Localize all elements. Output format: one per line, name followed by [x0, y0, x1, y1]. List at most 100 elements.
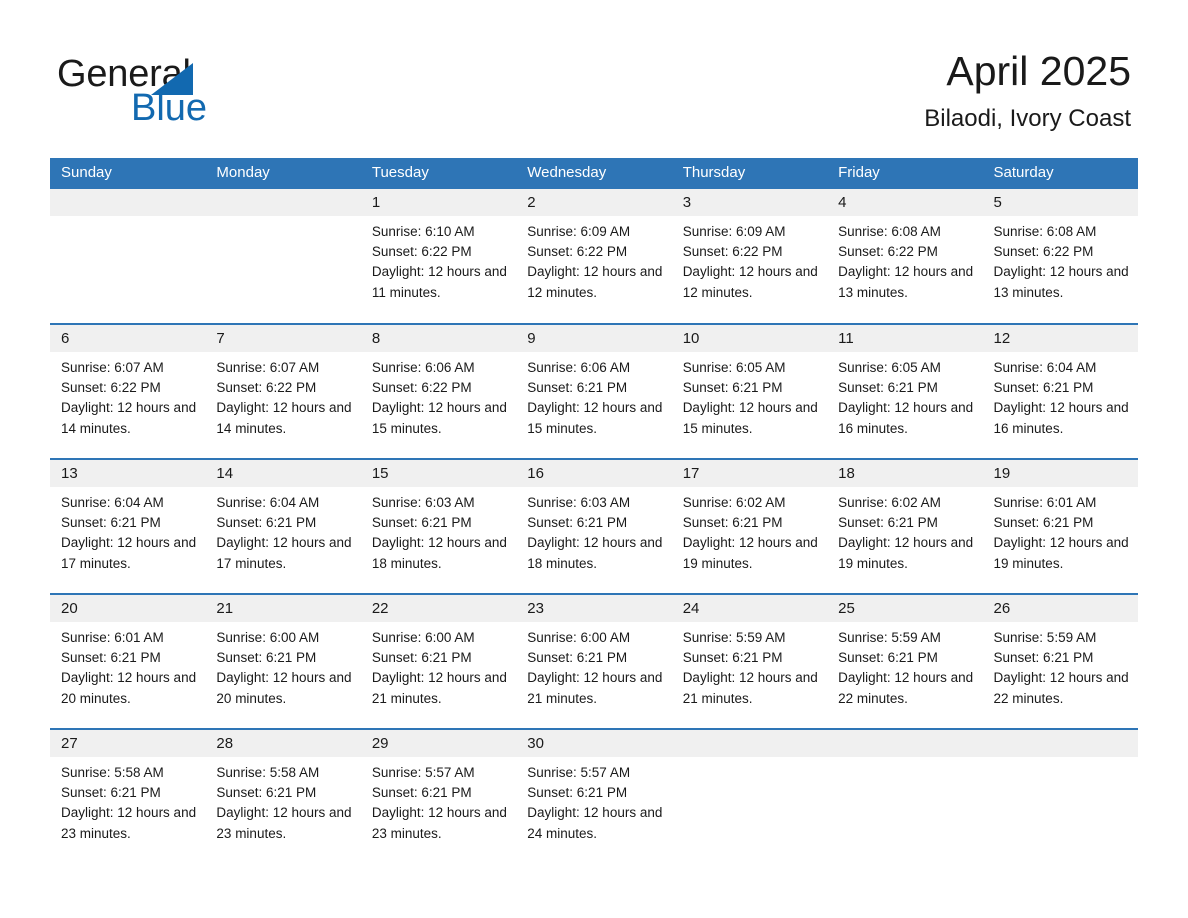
sunset-text: Sunset: 6:21 PM	[838, 515, 938, 531]
calendar-day-cell[interactable]: 19 Sunrise: 6:01 AM Sunset: 6:21 PM Dayligh…	[982, 458, 1138, 594]
sunset-text: Sunset: 6:21 PM	[216, 515, 317, 531]
title-block: April 2025 Bilaodi, Ivory Coast	[924, 46, 1131, 135]
sunset-text: Sunset: 6:21 PM	[61, 785, 161, 801]
day-number: 30	[516, 730, 672, 757]
sunrise-text: Sunrise: 6:02 AM	[838, 495, 941, 510]
calendar-week-row: 20 Sunrise: 6:01 AM Sunset: 6:21 PM Dayligh…	[50, 593, 1138, 729]
calendar-day-cell[interactable]: 2 Sunrise: 6:09 AM Sunset: 6:22 PM Daylight…	[516, 189, 672, 324]
sunrise-text: Sunrise: 6:08 AM	[838, 224, 941, 239]
calendar-day-cell[interactable]: 11 Sunrise: 6:05 AM Sunset: 6:21 PM Dayligh…	[827, 323, 983, 459]
calendar-day-cell[interactable]: 9 Sunrise: 6:06 AM Sunset: 6:21 PM Daylight…	[516, 323, 672, 459]
sunset-text: Sunset: 6:21 PM	[527, 515, 628, 531]
calendar-day-cell[interactable]: 22 Sunrise: 6:00 AM Sunset: 6:21 PM Dayligh…	[360, 593, 517, 729]
calendar-day-cell[interactable]: 4 Sunrise: 6:08 AM Sunset: 6:22 PM Daylight…	[827, 189, 983, 324]
daylight-text: Daylight: 12 hours and 11 minutes.	[371, 264, 507, 300]
calendar-grid: Sunday Monday Tuesday Wednesday Thursday…	[50, 158, 1138, 864]
daylight-text: Daylight: 12 hours and 15 minutes.	[682, 400, 818, 436]
sunset-text: Sunset: 6:21 PM	[527, 380, 628, 396]
day-number: 1	[360, 189, 517, 216]
calendar-day-cell[interactable]: 15 Sunrise: 6:03 AM Sunset: 6:21 PM Dayligh…	[360, 458, 517, 594]
calendar-day-cell-empty	[205, 189, 361, 324]
calendar-day-cell[interactable]: 27 Sunrise: 5:58 AM Sunset: 6:21 PM Dayligh…	[50, 728, 206, 864]
calendar-day-cell[interactable]: 18 Sunrise: 6:02 AM Sunset: 6:21 PM Dayligh…	[827, 458, 983, 594]
calendar-day-cell[interactable]: 10 Sunrise: 6:05 AM Sunset: 6:21 PM Dayligh…	[671, 323, 828, 459]
day-details: Sunrise: 6:05 AM Sunset: 6:21 PM Daylight:…	[827, 352, 982, 439]
sunset-text: Sunset: 6:21 PM	[527, 785, 628, 801]
calendar-day-cell[interactable]: 29 Sunrise: 5:57 AM Sunset: 6:21 PM Dayligh…	[360, 728, 517, 864]
sunrise-text: Sunrise: 5:59 AM	[682, 630, 786, 645]
day-number: 21	[205, 595, 361, 622]
sunrise-text: Sunrise: 6:09 AM	[527, 224, 631, 239]
calendar-day-cell[interactable]: 26 Sunrise: 5:59 AM Sunset: 6:21 PM Dayligh…	[982, 593, 1138, 729]
day-details: Sunrise: 6:00 AM Sunset: 6:21 PM Daylight:…	[361, 622, 516, 709]
calendar-day-cell[interactable]: 23 Sunrise: 6:00 AM Sunset: 6:21 PM Dayligh…	[516, 593, 672, 729]
daylight-text: Daylight: 12 hours and 12 minutes.	[682, 264, 818, 300]
calendar-week-row: 1 Sunrise: 6:10 AM Sunset: 6:22 PM Daylight…	[50, 189, 1138, 324]
day-number	[50, 189, 206, 216]
sunrise-text: Sunrise: 6:08 AM	[993, 224, 1097, 239]
day-details: Sunrise: 5:57 AM Sunset: 6:21 PM Daylight:…	[361, 757, 516, 844]
sunset-text: Sunset: 6:21 PM	[371, 650, 472, 666]
day-number: 4	[827, 189, 983, 216]
day-number: 20	[50, 595, 206, 622]
day-number: 29	[360, 730, 517, 757]
calendar-day-cell[interactable]: 30 Sunrise: 5:57 AM Sunset: 6:21 PM Dayligh…	[516, 728, 672, 864]
sunset-text: Sunset: 6:22 PM	[371, 244, 472, 260]
day-number: 18	[827, 460, 983, 487]
sunrise-text: Sunrise: 6:05 AM	[682, 360, 786, 375]
daylight-text: Daylight: 12 hours and 14 minutes.	[61, 400, 197, 436]
calendar-day-cell[interactable]: 28 Sunrise: 5:58 AM Sunset: 6:21 PM Dayligh…	[205, 728, 361, 864]
calendar-page: General Blue April 2025 Bilaodi, Ivory C…	[0, 0, 1188, 918]
calendar-day-cell[interactable]: 25 Sunrise: 5:59 AM Sunset: 6:21 PM Dayligh…	[827, 593, 983, 729]
calendar-day-cell[interactable]: 13 Sunrise: 6:04 AM Sunset: 6:21 PM Dayligh…	[50, 458, 206, 594]
calendar-day-cell[interactable]: 20 Sunrise: 6:01 AM Sunset: 6:21 PM Dayligh…	[50, 593, 206, 729]
daylight-text: Daylight: 12 hours and 21 minutes.	[682, 670, 818, 706]
day-number: 25	[827, 595, 983, 622]
general-blue-logo[interactable]: General Blue	[57, 52, 317, 129]
calendar-day-cell[interactable]: 3 Sunrise: 6:09 AM Sunset: 6:22 PM Daylight…	[671, 189, 828, 324]
sunset-text: Sunset: 6:21 PM	[216, 785, 317, 801]
calendar-day-cell[interactable]: 17 Sunrise: 6:02 AM Sunset: 6:21 PM Dayligh…	[671, 458, 828, 594]
day-number: 19	[982, 460, 1138, 487]
day-details: Sunrise: 6:10 AM Sunset: 6:22 PM Daylight:…	[361, 216, 516, 303]
calendar-day-cell[interactable]: 24 Sunrise: 5:59 AM Sunset: 6:21 PM Dayligh…	[671, 593, 828, 729]
weekday-header-row: Sunday Monday Tuesday Wednesday Thursday…	[50, 158, 1138, 189]
daylight-text: Daylight: 12 hours and 17 minutes.	[216, 535, 352, 571]
calendar-day-cell[interactable]: 7 Sunrise: 6:07 AM Sunset: 6:22 PM Daylight…	[205, 323, 361, 459]
logo-text-blue: Blue	[131, 87, 208, 129]
sunset-text: Sunset: 6:21 PM	[216, 650, 317, 666]
calendar-day-cell[interactable]: 5 Sunrise: 6:08 AM Sunset: 6:22 PM Daylight…	[982, 189, 1138, 324]
sunrise-text: Sunrise: 6:01 AM	[993, 495, 1097, 510]
sunset-text: Sunset: 6:21 PM	[682, 515, 783, 531]
day-details: Sunrise: 6:00 AM Sunset: 6:21 PM Daylight:…	[516, 622, 671, 709]
day-details: Sunrise: 6:06 AM Sunset: 6:22 PM Daylight:…	[361, 352, 516, 439]
daylight-text: Daylight: 12 hours and 24 minutes.	[527, 805, 663, 841]
day-number: 27	[50, 730, 206, 757]
daylight-text: Daylight: 12 hours and 23 minutes.	[61, 805, 197, 841]
day-details: Sunrise: 6:02 AM Sunset: 6:21 PM Daylight:…	[827, 487, 982, 574]
sunset-text: Sunset: 6:21 PM	[371, 785, 472, 801]
daylight-text: Daylight: 12 hours and 21 minutes.	[371, 670, 507, 706]
day-number: 13	[50, 460, 206, 487]
day-details: Sunrise: 5:59 AM Sunset: 6:21 PM Daylight:…	[827, 622, 982, 709]
day-details: Sunrise: 6:05 AM Sunset: 6:21 PM Daylight:…	[672, 352, 827, 439]
day-details: Sunrise: 6:03 AM Sunset: 6:21 PM Daylight:…	[516, 487, 671, 574]
calendar-day-cell[interactable]: 1 Sunrise: 6:10 AM Sunset: 6:22 PM Daylight…	[360, 189, 517, 324]
calendar-day-cell[interactable]: 16 Sunrise: 6:03 AM Sunset: 6:21 PM Dayligh…	[516, 458, 672, 594]
calendar-day-cell-empty	[827, 728, 983, 864]
calendar-day-cell[interactable]: 6 Sunrise: 6:07 AM Sunset: 6:22 PM Daylight…	[50, 323, 206, 459]
sunrise-text: Sunrise: 6:02 AM	[682, 495, 786, 510]
calendar-day-cell[interactable]: 12 Sunrise: 6:04 AM Sunset: 6:21 PM Dayligh…	[982, 323, 1138, 459]
daylight-text: Daylight: 12 hours and 14 minutes.	[216, 400, 352, 436]
sunset-text: Sunset: 6:22 PM	[371, 380, 472, 396]
calendar-day-cell[interactable]: 14 Sunrise: 6:04 AM Sunset: 6:21 PM Dayligh…	[205, 458, 361, 594]
day-number: 14	[205, 460, 361, 487]
day-details: Sunrise: 5:59 AM Sunset: 6:21 PM Daylight:…	[983, 622, 1138, 709]
calendar-day-cell[interactable]: 21 Sunrise: 6:00 AM Sunset: 6:21 PM Dayligh…	[205, 593, 361, 729]
sunset-text: Sunset: 6:22 PM	[61, 380, 161, 396]
day-number: 3	[671, 189, 828, 216]
day-number: 11	[827, 325, 983, 352]
sunrise-text: Sunrise: 6:06 AM	[371, 360, 475, 375]
calendar-day-cell[interactable]: 8 Sunrise: 6:06 AM Sunset: 6:22 PM Daylight…	[360, 323, 517, 459]
page-header: General Blue April 2025 Bilaodi, Ivory C…	[0, 0, 1188, 155]
